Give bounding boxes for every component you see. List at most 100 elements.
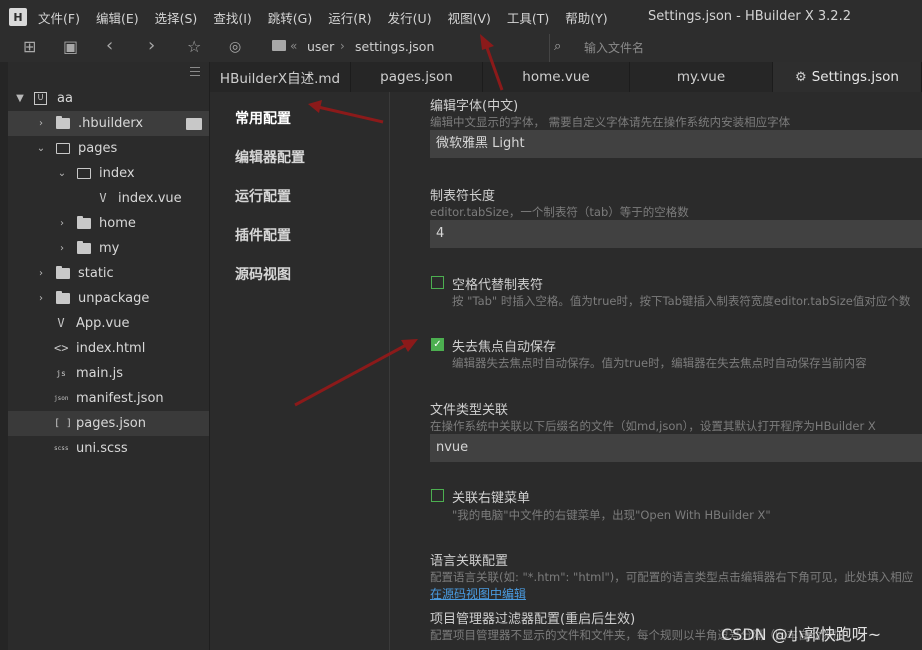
- tree-item-label: my: [99, 241, 120, 256]
- tab-readme[interactable]: HBuilderX自述.md: [210, 62, 351, 92]
- font-setting-title: 编辑字体(中文): [430, 99, 519, 114]
- breadcrumb-user[interactable]: user: [307, 39, 334, 54]
- toolbar: ⊞ ▣ ‹ › ☆ ◎ « user › settings.json ⌕ 输入文…: [0, 34, 922, 62]
- tab-label: my.vue: [676, 69, 726, 85]
- folder-icon: [77, 216, 91, 229]
- nav-source-view[interactable]: 源码视图: [235, 264, 291, 284]
- project-icon: U: [34, 92, 47, 105]
- bracket-file-icon: [ ]: [54, 418, 73, 429]
- tree-item-label: index.vue: [118, 191, 182, 206]
- font-input[interactable]: 微软雅黑 Light: [430, 130, 922, 158]
- tabsize-input[interactable]: 4: [430, 220, 922, 248]
- menu-select[interactable]: 选择(S): [155, 8, 198, 27]
- tree-item-pages[interactable]: ⌄ pages: [8, 136, 209, 161]
- file-search-input[interactable]: ⌕ 输入文件名: [549, 34, 922, 62]
- chevron-down-icon[interactable]: ⌄: [35, 143, 47, 154]
- chevron-right-icon[interactable]: ›: [56, 243, 68, 254]
- chevron-down-icon[interactable]: ▼: [14, 93, 26, 104]
- chevron-right-icon[interactable]: ›: [35, 118, 47, 129]
- file-assoc-input[interactable]: nvue: [430, 434, 922, 462]
- editor-tabs: HBuilderX自述.md pages.json home.vue my.vu…: [210, 62, 922, 92]
- tabsize-setting-title: 制表符长度: [430, 189, 496, 204]
- tree-item-label: .hbuilderx: [78, 116, 144, 131]
- tree-item-label: App.vue: [76, 316, 130, 331]
- tab-label: pages.json: [380, 69, 453, 85]
- tree-item-label: index: [99, 166, 135, 181]
- back-icon[interactable]: ‹: [106, 37, 113, 55]
- chevron-right-icon[interactable]: ›: [56, 218, 68, 229]
- open-folder-icon[interactable]: [186, 118, 202, 130]
- autosave-checkbox[interactable]: ✓: [431, 338, 444, 351]
- chevron-right-icon[interactable]: ›: [35, 293, 47, 304]
- tab-home-vue[interactable]: home.vue: [483, 62, 630, 92]
- chevron-right-icon[interactable]: ›: [35, 268, 47, 279]
- star-icon[interactable]: ☆: [187, 39, 201, 55]
- menu-publish[interactable]: 发行(U): [388, 8, 432, 27]
- tree-item-manifest-json[interactable]: json manifest.json: [8, 386, 209, 411]
- nav-editor-settings[interactable]: 编辑器配置: [235, 147, 305, 167]
- breadcrumb-file[interactable]: settings.json: [355, 39, 434, 54]
- hamburger-menu-icon[interactable]: [190, 67, 200, 76]
- project-tree: ▼ U aa › .hbuilderx ⌄ pages ⌄ index V in…: [8, 62, 210, 650]
- insert-spaces-label: 空格代替制表符: [452, 278, 544, 293]
- tabsize-setting-desc: editor.tabSize，一个制表符（tab）等于的空格数: [430, 205, 689, 219]
- tree-item-label: uni.scss: [76, 441, 128, 456]
- project-filter-title: 项目管理器过滤器配置(重启后生效): [430, 612, 636, 627]
- menu-goto[interactable]: 跳转(G): [268, 8, 312, 27]
- tab-label: HBuilderX自述.md: [219, 71, 341, 87]
- menu-edit[interactable]: 编辑(E): [96, 8, 139, 27]
- tab-label: home.vue: [522, 69, 590, 85]
- nav-common-settings[interactable]: 常用配置: [235, 108, 291, 128]
- chevron-down-icon[interactable]: ⌄: [56, 168, 68, 179]
- new-file-icon[interactable]: ⊞: [23, 39, 36, 55]
- menu-tools[interactable]: 工具(T): [507, 8, 549, 27]
- tree-item-main-js[interactable]: js main.js: [8, 361, 209, 386]
- folder-icon: [56, 266, 70, 279]
- tree-item-label: manifest.json: [76, 391, 164, 406]
- folder-icon: [77, 241, 91, 254]
- menu-help[interactable]: 帮助(Y): [565, 8, 607, 27]
- search-icon: ⌕: [554, 39, 562, 54]
- tree-item-label: pages: [78, 141, 118, 156]
- tree-item-hbuilderx[interactable]: › .hbuilderx: [8, 111, 209, 136]
- menu-file[interactable]: 文件(F): [38, 8, 80, 27]
- tree-item-index-vue[interactable]: V index.vue: [8, 186, 209, 211]
- tree-item-static[interactable]: › static: [8, 261, 209, 286]
- nav-run-settings[interactable]: 运行配置: [235, 186, 291, 206]
- run-icon[interactable]: ◎: [229, 39, 241, 55]
- menu-find[interactable]: 查找(I): [213, 8, 251, 27]
- tree-item-unpackage[interactable]: › unpackage: [8, 286, 209, 311]
- save-icon[interactable]: ▣: [63, 39, 78, 55]
- context-menu-checkbox[interactable]: [431, 489, 444, 502]
- menu-run[interactable]: 运行(R): [328, 8, 371, 27]
- tab-settings-json[interactable]: ⚙ Settings.json: [773, 62, 922, 92]
- tree-item-index-html[interactable]: <> index.html: [8, 336, 209, 361]
- nav-plugin-settings[interactable]: 插件配置: [235, 225, 291, 245]
- tree-item-uni-scss[interactable]: scss uni.scss: [8, 436, 209, 461]
- tree-item-app-vue[interactable]: V App.vue: [8, 311, 209, 336]
- json-file-icon: json: [54, 395, 69, 402]
- folder-icon: [56, 116, 70, 129]
- tree-item-aa[interactable]: ▼ U aa: [8, 86, 209, 111]
- edit-in-source-link[interactable]: 在源码视图中编辑: [430, 585, 526, 602]
- insert-spaces-desc: 按 "Tab" 时插入空格。值为true时，按下Tab键插入制表符宽度edito…: [452, 294, 911, 308]
- file-assoc-desc: 在操作系统中关联以下后缀名的文件（如md,json），设置其默认打开程序为HBu…: [430, 419, 876, 433]
- breadcrumb-collapse-icon[interactable]: «: [290, 39, 297, 53]
- autosave-desc: 编辑器失去焦点时自动保存。值为true时，编辑器在失去焦点时自动保存当前内容: [452, 356, 867, 370]
- vue-file-icon: V: [99, 191, 107, 205]
- hbuilder-logo-icon: H: [9, 8, 27, 26]
- watermark: CSDN @小郭快跑呀~: [721, 625, 882, 644]
- insert-spaces-checkbox[interactable]: [431, 276, 444, 289]
- tab-pages-json[interactable]: pages.json: [351, 62, 483, 92]
- folder-icon: [272, 40, 286, 51]
- tab-my-vue[interactable]: my.vue: [630, 62, 773, 92]
- tree-item-pages-json[interactable]: [ ] pages.json: [8, 411, 209, 436]
- menu-bar: H 文件(F) 编辑(E) 选择(S) 查找(I) 跳转(G) 运行(R) 发行…: [0, 0, 922, 34]
- forward-icon[interactable]: ›: [148, 37, 155, 55]
- tree-item-index-folder[interactable]: ⌄ index: [8, 161, 209, 186]
- menu-view[interactable]: 视图(V): [448, 8, 491, 27]
- tree-item-home[interactable]: › home: [8, 211, 209, 236]
- vue-file-icon: V: [57, 316, 65, 330]
- tree-item-my[interactable]: › my: [8, 236, 209, 261]
- breadcrumb-separator-icon: ›: [340, 39, 345, 53]
